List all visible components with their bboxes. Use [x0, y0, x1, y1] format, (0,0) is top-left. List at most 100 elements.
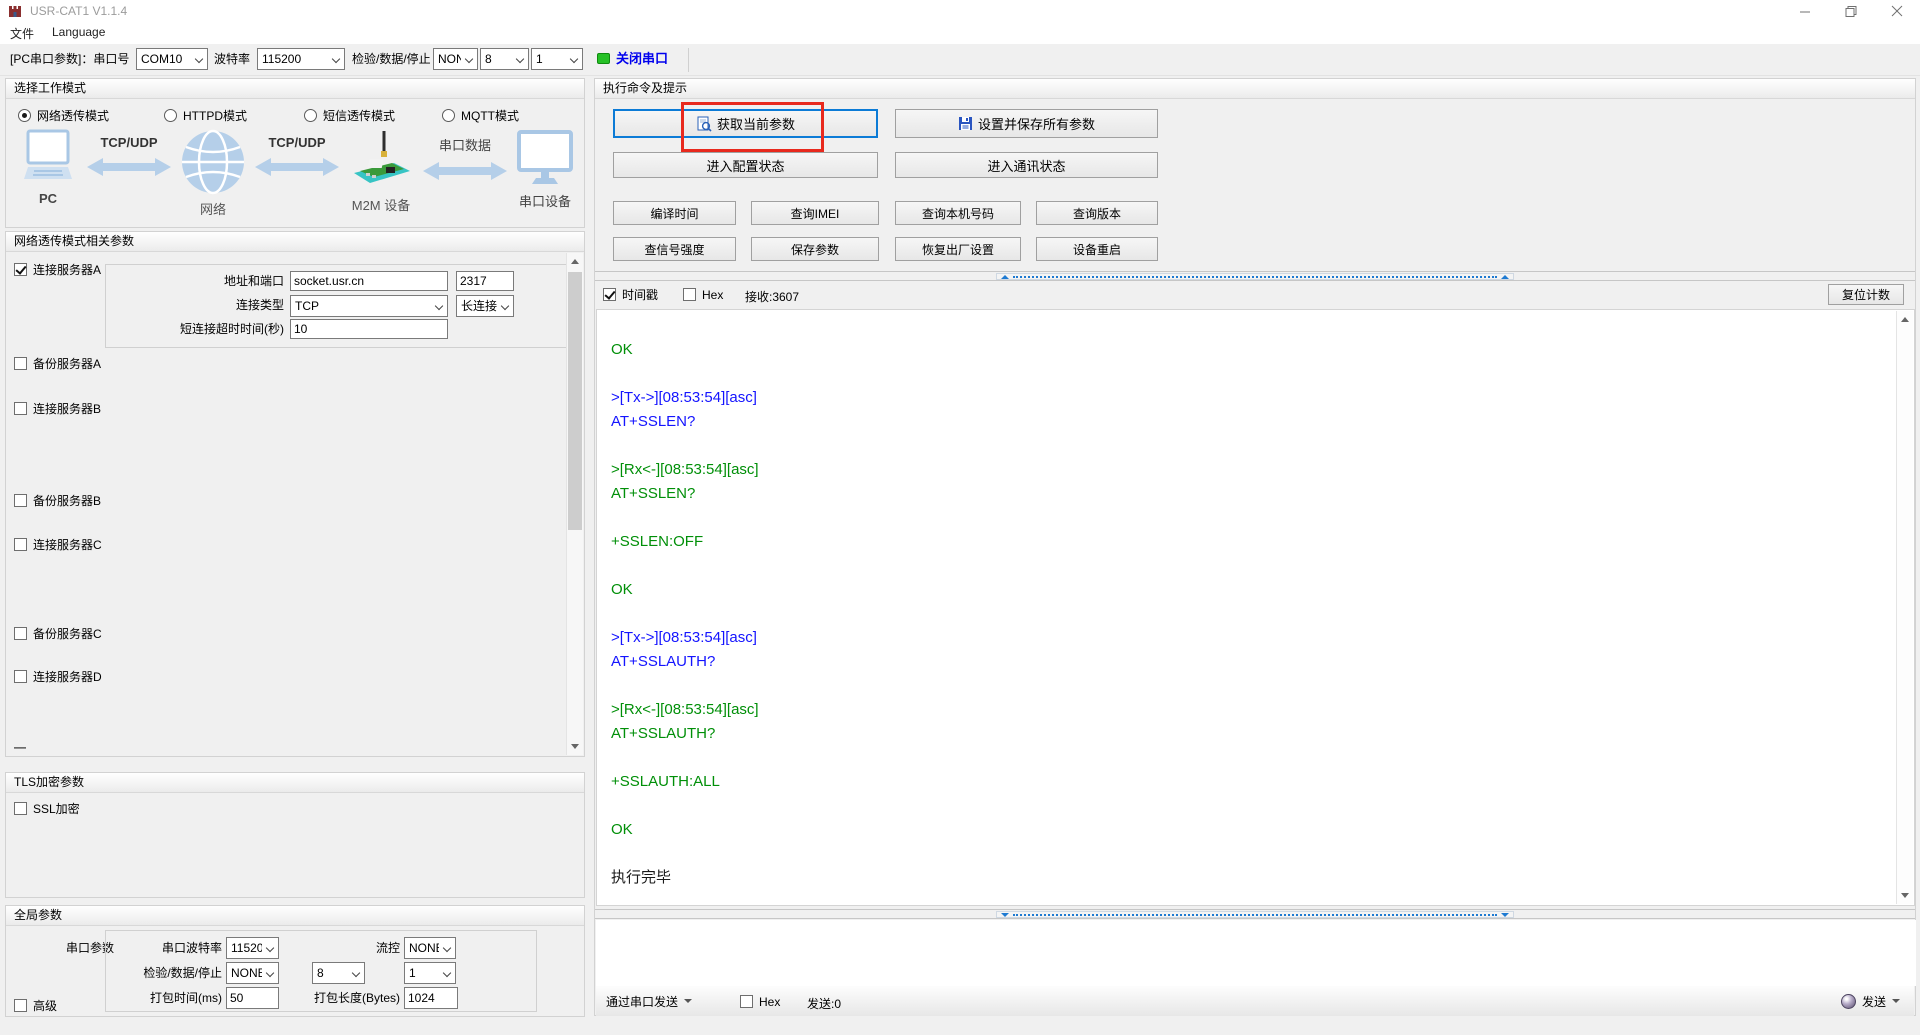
log-line: >[Tx->][08:53:54][asc]	[611, 629, 757, 646]
server-a-port-input[interactable]	[456, 271, 514, 291]
send-input-area[interactable]	[596, 920, 1916, 986]
query-imei-button[interactable]: 查询IMEI	[751, 201, 879, 225]
com-port-select[interactable]: COM10	[136, 48, 208, 70]
collapse-down-icon	[1001, 913, 1009, 917]
parity-select[interactable]: NONI	[433, 48, 478, 70]
g-parity-select[interactable]: NONE	[226, 962, 279, 984]
minimize-button[interactable]	[1782, 0, 1828, 22]
checkbox-icon	[14, 263, 27, 276]
query-phone-number-button[interactable]: 查询本机号码	[895, 201, 1021, 225]
flow-label: 流控	[375, 941, 400, 955]
params-scrollbar[interactable]	[566, 253, 583, 755]
checkbox-server-d[interactable]: 连接服务器D	[14, 669, 102, 684]
save-params-button[interactable]: 保存参数	[751, 237, 879, 261]
checkbox-icon	[14, 538, 27, 551]
laptop-icon	[24, 129, 72, 179]
global-params-group: 全局参数 串口参数 串口波特率 115200 流控 NONE 检验/数据/停止 …	[5, 905, 585, 1017]
g-databits-select[interactable]: 8	[312, 962, 365, 984]
log-splitter[interactable]	[595, 271, 1915, 281]
minimize-icon	[1800, 11, 1810, 13]
scroll-up-icon[interactable]	[1897, 311, 1913, 328]
serial-device-label: 串口设备	[518, 194, 571, 209]
scrollbar-thumb[interactable]	[568, 272, 582, 530]
window-title: USR-CAT1 V1.1.4	[30, 4, 128, 18]
keepalive-select[interactable]: 长连接	[456, 295, 514, 317]
databits-select[interactable]: 8	[480, 48, 529, 70]
close-button[interactable]	[1874, 0, 1920, 22]
addr-port-label: 地址和端口	[223, 274, 284, 288]
short-conn-timeout-label: 短连接超时时间(秒)	[180, 322, 284, 336]
send-via-serial-dropdown[interactable]: 通过串口发送	[606, 986, 693, 1016]
query-version-button[interactable]: 查询版本	[1036, 201, 1158, 225]
restore-icon	[1845, 6, 1857, 17]
checkbox-backup-server-c[interactable]: 备份服务器C	[14, 626, 102, 641]
radio-icon	[304, 109, 317, 122]
log-line: AT+SSLEN?	[611, 485, 696, 502]
network-label: 网络	[199, 202, 226, 217]
dropdown-arrow-icon	[1892, 999, 1900, 1003]
radio-sms[interactable]: 短信透传模式	[304, 108, 395, 123]
compile-time-button[interactable]: 编译时间	[613, 201, 736, 225]
server-a-address-input[interactable]	[290, 271, 448, 291]
splitter-handle[interactable]	[996, 911, 1514, 918]
m2m-node: M2M 设备	[348, 129, 414, 214]
factory-reset-button[interactable]: 恢复出厂设置	[895, 237, 1021, 261]
baud-label: 波特率	[214, 52, 251, 66]
g-baud-select[interactable]: 115200	[226, 937, 279, 959]
send-splitter[interactable]	[595, 909, 1915, 919]
collapse-up-icon	[1501, 275, 1509, 279]
packtime-input[interactable]	[226, 987, 279, 1009]
close-port-button[interactable]: 关闭串口	[616, 44, 668, 74]
scroll-down-icon[interactable]	[1897, 887, 1913, 904]
checkbox-server-b[interactable]: 连接服务器B	[14, 401, 101, 416]
serial-params-panel: 串口波特率 115200 流控 NONE 检验/数据/停止 NONE 8 1 打…	[105, 930, 537, 1012]
flow-select[interactable]: NONE	[404, 937, 456, 959]
checkbox-icon	[14, 999, 27, 1012]
checkbox-backup-server-b[interactable]: 备份服务器B	[14, 493, 101, 508]
query-signal-button[interactable]: 查信号强度	[613, 237, 736, 261]
toolbar-separator	[688, 48, 689, 72]
restore-button[interactable]	[1828, 0, 1874, 22]
packlen-input[interactable]	[404, 987, 458, 1009]
conn-type-select[interactable]: TCP	[290, 295, 448, 317]
log-output[interactable]: OK >[Tx->][08:53:54][asc] AT+SSLEN? >[Rx…	[596, 309, 1915, 906]
checkbox-ssl[interactable]: SSL加密	[14, 801, 80, 816]
set-save-params-button[interactable]: 设置并保存所有参数	[895, 109, 1158, 138]
g-stopbits-select[interactable]: 1	[404, 962, 456, 984]
stopbits-select[interactable]: 1	[531, 48, 583, 70]
device-restart-button[interactable]: 设备重启	[1036, 237, 1158, 261]
baud-select[interactable]: 115200	[257, 48, 345, 70]
menu-language[interactable]: Language	[52, 25, 105, 39]
timeout-input[interactable]	[290, 319, 448, 339]
scroll-up-icon[interactable]	[567, 253, 583, 270]
chevron-down-icon	[265, 943, 275, 953]
checkbox-log-hex[interactable]: Hex	[683, 287, 723, 302]
log-line: +SSLEN:OFF	[611, 533, 704, 550]
enter-config-button[interactable]: 进入配置状态	[613, 152, 878, 178]
log-line: +SSLAUTH:ALL	[611, 773, 720, 790]
checkbox-server-c[interactable]: 连接服务器C	[14, 537, 102, 552]
checkbox-backup-server-a[interactable]: 备份服务器A	[14, 356, 101, 371]
radio-httpd[interactable]: HTTPD模式	[164, 108, 247, 123]
enter-comm-button[interactable]: 进入通讯状态	[895, 152, 1158, 178]
log-line: >[Rx<-][08:53:54][asc]	[611, 701, 759, 718]
radio-mqtt[interactable]: MQTT模式	[442, 108, 519, 123]
tls-group: TLS加密参数 SSL加密	[5, 772, 585, 898]
scroll-down-icon[interactable]	[567, 738, 583, 755]
pc-serial-label: [PC串口参数]：串口号	[10, 52, 130, 66]
send-button[interactable]: 发送	[1840, 986, 1900, 1016]
checkbox-send-hex[interactable]: Hex	[740, 994, 780, 1009]
reset-counter-button[interactable]: 复位计数	[1828, 284, 1904, 305]
splitter-handle[interactable]	[996, 273, 1514, 280]
log-scrollbar[interactable]	[1896, 311, 1913, 904]
log-line: AT+SSLAUTH?	[611, 725, 716, 742]
radio-net-transparent[interactable]: 网络透传模式	[18, 108, 109, 123]
checkbox-timestamp[interactable]: 时间戳	[603, 287, 658, 302]
globe-icon	[182, 129, 244, 195]
checkbox-advanced[interactable]: 高级	[14, 998, 57, 1013]
chevron-down-icon	[442, 943, 452, 953]
checkbox-server-a[interactable]: 连接服务器A	[14, 262, 101, 277]
menu-file[interactable]: 文件	[10, 25, 34, 42]
